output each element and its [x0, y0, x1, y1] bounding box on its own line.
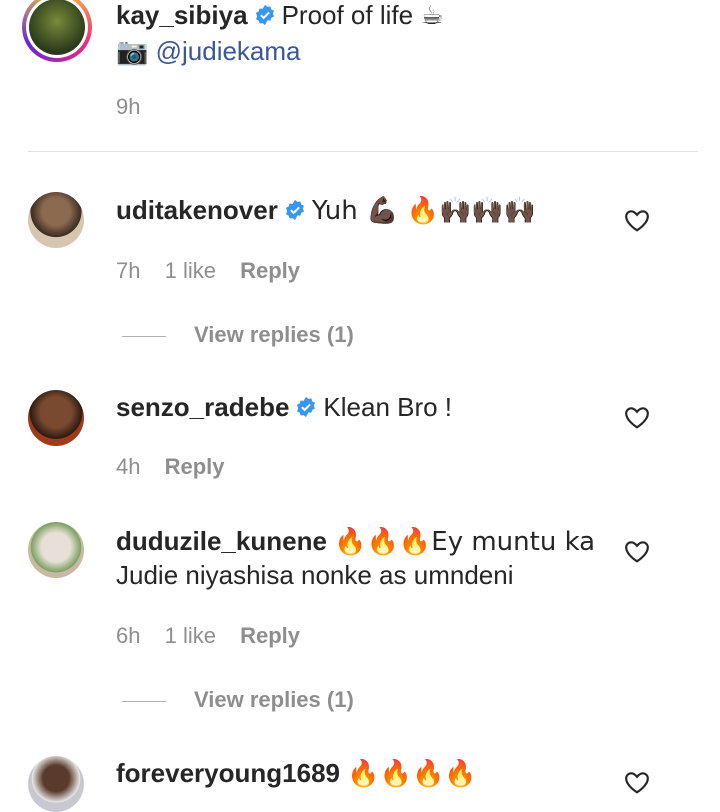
verified-badge-icon: [254, 0, 276, 34]
caption-meta: 9h: [116, 94, 158, 120]
verified-badge-icon: [295, 392, 317, 426]
comment-line: uditakenover Yuh 💪🏿 🔥🙌🏿🙌🏿🙌🏿: [116, 193, 536, 229]
comment-time: 6h: [116, 623, 141, 648]
verified-badge-icon: [284, 195, 306, 229]
reply-button[interactable]: Reply: [240, 258, 300, 283]
comment-text: 🔥🔥🔥🔥: [347, 759, 477, 789]
caption-text: Proof of life: [281, 0, 414, 30]
comment-meta: 7h 1 like Reply: [116, 258, 318, 284]
reply-button[interactable]: Reply: [165, 454, 225, 479]
caption-line: kay_sibiya Proof of life ☕: [116, 0, 444, 34]
caption-avatar[interactable]: [22, 0, 92, 62]
mention-link[interactable]: @judiekama: [156, 36, 301, 66]
comment-line: duduzile_kunene 🔥🔥🔥Ey muntu ka: [116, 524, 595, 559]
comment-avatar[interactable]: [28, 756, 84, 812]
like-heart-icon[interactable]: [624, 770, 650, 794]
comment-line: senzo_radebe Klean Bro !: [116, 390, 452, 426]
comment-text: Yuh 💪🏿 🔥🙌🏿🙌🏿🙌🏿: [311, 196, 537, 226]
comment-time: 7h: [116, 258, 141, 283]
comment-username[interactable]: duduzile_kunene: [116, 526, 327, 556]
reply-button[interactable]: Reply: [240, 623, 300, 648]
caption-username[interactable]: kay_sibiya: [116, 0, 248, 30]
coffee-emoji: ☕: [420, 1, 444, 31]
divider: [28, 151, 698, 152]
comment-avatar[interactable]: [28, 390, 84, 446]
comment-username[interactable]: foreveryoung1689: [116, 758, 340, 788]
comment-line-2: Judie niyashisa nonke as umndeni: [116, 558, 513, 592]
caption-time: 9h: [116, 94, 141, 119]
comment-avatar[interactable]: [28, 192, 84, 248]
camera-emoji: 📷: [116, 37, 149, 67]
comment-text: Klean Bro !: [323, 392, 453, 422]
like-heart-icon[interactable]: [624, 208, 650, 232]
comment-meta: 6h 1 like Reply: [116, 623, 318, 649]
view-replies-label[interactable]: View replies (1): [194, 322, 354, 347]
comment-username[interactable]: senzo_radebe: [116, 392, 289, 422]
comment-username[interactable]: uditakenover: [116, 195, 278, 225]
comment-text: 🔥🔥🔥Ey muntu ka: [334, 527, 596, 557]
comment-text-continued: Judie niyashisa nonke as umndeni: [116, 560, 514, 590]
comment-time: 4h: [116, 454, 141, 479]
comment-line: foreveryoung1689 🔥🔥🔥🔥: [116, 756, 477, 791]
like-heart-icon[interactable]: [624, 539, 650, 563]
view-replies-button[interactable]: View replies (1): [122, 687, 354, 713]
like-heart-icon[interactable]: [624, 405, 650, 429]
like-count[interactable]: 1 like: [165, 623, 216, 648]
divider-dash: [122, 700, 166, 702]
view-replies-button[interactable]: View replies (1): [122, 322, 354, 348]
view-replies-label[interactable]: View replies (1): [194, 687, 354, 712]
caption-mention-line: 📷 @judiekama: [116, 34, 301, 69]
comment-meta: 4h Reply: [116, 454, 243, 480]
like-count[interactable]: 1 like: [165, 258, 216, 283]
divider-dash: [122, 335, 166, 337]
comment-avatar[interactable]: [28, 522, 84, 578]
